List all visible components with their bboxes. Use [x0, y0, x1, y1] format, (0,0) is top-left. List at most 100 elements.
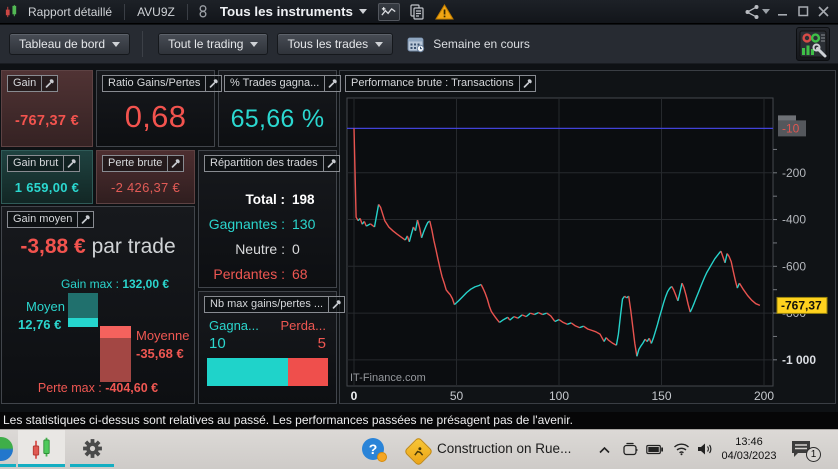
trading-scope-dropdown[interactable]: Tout le trading — [158, 33, 269, 55]
gain-max-label: Gain max : — [60, 277, 119, 291]
pct-winning-panel-header[interactable]: % Trades gagna... — [224, 75, 342, 92]
svg-text:IT-Finance.com: IT-Finance.com — [350, 372, 426, 384]
pct-winning-panel: % Trades gagna... 65,66 % — [218, 70, 342, 147]
wrench-icon[interactable] — [518, 76, 535, 91]
dashboard-dropdown-label: Tableau de bord — [19, 37, 106, 51]
help-icon[interactable]: ? — [362, 438, 387, 462]
gross-gain-value: 1 659,00 € — [14, 180, 80, 195]
gross-loss-panel: Perte brute -2 426,37 € — [96, 150, 195, 204]
trades-filter-dropdown[interactable]: Tous les trades — [277, 33, 394, 55]
avg-gain-suffix: par trade — [91, 235, 176, 258]
share-button[interactable] — [744, 4, 770, 20]
wrench-icon[interactable] — [322, 156, 339, 171]
distribution-row-winning: Gagnantes : 130 — [199, 212, 326, 237]
active-underline — [70, 464, 114, 467]
taskbar-trading-app[interactable] — [18, 430, 65, 467]
svg-text:200: 200 — [754, 389, 774, 403]
speaker-icon[interactable] — [697, 442, 714, 461]
max-streak-header[interactable]: Nb max gains/pertes ... — [204, 296, 346, 313]
period-label: Semaine en cours — [433, 37, 530, 51]
svg-text:-767,37: -767,37 — [781, 298, 822, 312]
divider — [186, 3, 188, 20]
svg-text:-600: -600 — [782, 259, 806, 273]
avg-win-value: 12,76 € — [18, 317, 62, 332]
notification-text[interactable]: Construction on Rue... — [437, 441, 571, 456]
clock-date: 04/03/2023 — [721, 450, 777, 462]
taskbar-app-partial[interactable] — [0, 430, 16, 467]
notification-icon[interactable]: 1 — [790, 439, 821, 462]
gross-gain-header[interactable]: Gain brut — [7, 155, 81, 172]
gross-loss-header[interactable]: Perte brute — [102, 155, 185, 172]
candlestick-app-icon — [0, 4, 22, 19]
instrument-code[interactable]: AVU9Z — [131, 5, 181, 19]
chart-header[interactable]: Performance brute : Transactions — [345, 75, 536, 92]
chevron-down-icon — [762, 9, 770, 14]
avg-loss-label: Moyenne — [136, 328, 190, 343]
max-streak-title: Nb max gains/pertes ... — [210, 298, 324, 310]
wrench-icon[interactable] — [77, 212, 93, 227]
avg-gain-header[interactable]: Gain moyen — [7, 211, 95, 228]
copy-report-button[interactable] — [406, 3, 428, 21]
distribution-header[interactable]: Répartition des trades — [204, 155, 340, 172]
max-streak-win-bar — [207, 358, 288, 386]
construction-icon[interactable] — [403, 436, 433, 466]
max-streak-bar — [207, 358, 328, 386]
link-icon[interactable] — [194, 5, 212, 18]
construction-diamond — [403, 436, 433, 466]
streak-win-value: 10 — [209, 335, 226, 352]
avg-win-bar — [68, 293, 98, 327]
wifi-icon[interactable] — [673, 442, 690, 461]
svg-text:0: 0 — [351, 389, 358, 403]
gain-panel-header[interactable]: Gain — [7, 75, 59, 92]
window-controls — [744, 4, 838, 20]
instruments-dropdown[interactable]: Tous les instruments — [212, 4, 375, 19]
chevron-down-icon — [250, 41, 259, 47]
avg-loss-bar — [100, 326, 131, 382]
dashboard-dropdown[interactable]: Tableau de bord — [9, 33, 131, 55]
taskbar-settings-app[interactable] — [70, 430, 114, 467]
wrench-icon[interactable] — [205, 76, 221, 91]
gain-max-line: Gain max : 132,00 € — [2, 277, 194, 291]
clock[interactable]: 13:46 04/03/2023 — [714, 435, 784, 463]
row-value: 68 — [292, 266, 308, 282]
wrench-icon[interactable] — [63, 156, 79, 171]
distribution-rows: Total : 198 Gagnantes : 130 Neutre : 0 P… — [199, 187, 326, 287]
row-name: Neutre : — [235, 241, 285, 257]
close-button[interactable] — [816, 5, 830, 19]
avg-gain-value: -3,88 € — [20, 235, 86, 258]
notification-badge: 1 — [806, 447, 821, 462]
gross-loss-value: -2 426,37 € — [110, 180, 181, 195]
pct-winning-value: 65,66 % — [230, 105, 325, 133]
svg-text:50: 50 — [450, 389, 464, 403]
wrench-icon[interactable] — [41, 76, 57, 91]
calendar-icon[interactable] — [407, 36, 425, 53]
warning-icon[interactable] — [435, 3, 454, 20]
chevron-down-icon — [112, 41, 121, 47]
row-name: Total : — [245, 192, 286, 207]
active-underline — [18, 464, 65, 467]
meet-now-icon[interactable] — [622, 442, 639, 462]
chevron-up-icon[interactable] — [598, 443, 611, 461]
equity-curve-chart[interactable]: -200-400-600-800-1 000-10-767,3705010015… — [340, 71, 835, 403]
maximize-button[interactable] — [796, 5, 810, 19]
wrench-icon[interactable] — [324, 76, 340, 91]
gross-gain-title: Gain brut — [13, 157, 59, 169]
dashboard-settings-button[interactable] — [796, 27, 830, 61]
chevron-down-icon — [375, 41, 384, 47]
gross-gain-panel: Gain brut 1 659,00 € — [1, 150, 93, 204]
help-glyph: ? — [368, 441, 378, 457]
avg-loss-bar-highlight — [100, 326, 131, 338]
trades-filter-label: Tous les trades — [287, 37, 369, 51]
trading-scope-label: Tout le trading — [168, 37, 244, 51]
add-chart-button[interactable] — [377, 2, 400, 21]
minimize-button[interactable] — [776, 5, 790, 19]
battery-icon[interactable] — [646, 443, 664, 461]
distribution-row-neutral: Neutre : 0 — [199, 237, 326, 262]
ratio-panel-header[interactable]: Ratio Gains/Pertes — [102, 75, 223, 92]
svg-text:100: 100 — [549, 389, 569, 403]
wrench-icon[interactable] — [167, 156, 183, 171]
application-window: Rapport détaillé AVU9Z Tous les instrume… — [0, 0, 838, 469]
gain-value: -767,37 € — [15, 113, 79, 129]
wrench-icon[interactable] — [328, 297, 344, 312]
svg-text:-400: -400 — [782, 213, 806, 227]
